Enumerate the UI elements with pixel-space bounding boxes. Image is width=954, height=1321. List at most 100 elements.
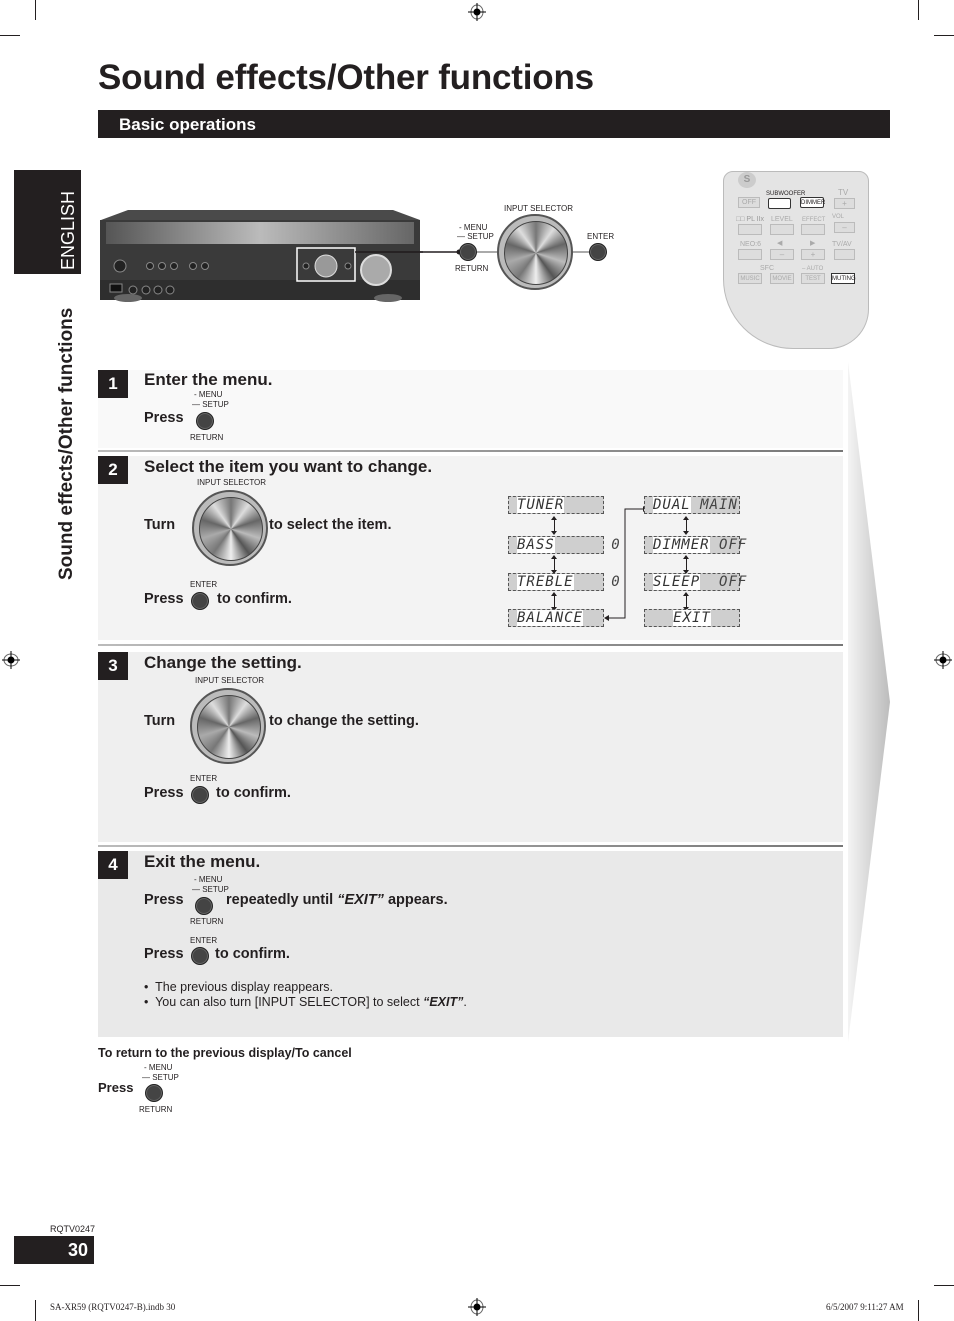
enter-button[interactable] xyxy=(191,947,209,965)
crop-mark xyxy=(35,0,36,20)
input-selector-knob[interactable] xyxy=(190,688,266,764)
remote-label: VOL xyxy=(832,214,845,220)
step-title: Exit the menu. xyxy=(144,852,261,871)
turn-action: to change the setting. xyxy=(269,713,419,729)
cancel-note-heading: To return to the previous display/To can… xyxy=(98,1046,352,1060)
return-label: RETURN xyxy=(190,917,224,926)
updown-arrow-icon xyxy=(551,555,557,574)
return-label: RETURN xyxy=(139,1105,173,1114)
enter-label: ENTER xyxy=(190,774,218,783)
input-selector-label: INPUT SELECTOR xyxy=(195,676,265,685)
loop-arrow xyxy=(604,506,647,621)
turn-label: Turn xyxy=(144,517,176,533)
display-item: TREBLE 0 xyxy=(508,573,620,591)
crop-mark xyxy=(0,1285,20,1286)
file-slug: SA-XR59 (RQTV0247-B).indb 30 xyxy=(50,1302,176,1312)
bullet-item: • You can also turn [INPUT SELECTOR] to … xyxy=(144,995,467,1009)
remote-subwoofer-button[interactable] xyxy=(768,198,791,209)
step-4: 4 Exit the menu. - MENU — SETUP Press RE… xyxy=(98,851,843,1037)
language-label: ENGLISH xyxy=(58,190,78,270)
exit-emphasis: “EXIT” xyxy=(337,892,384,908)
setup-label: — SETUP xyxy=(457,232,494,241)
crop-mark xyxy=(0,35,20,36)
divider xyxy=(98,845,843,847)
updown-arrow-icon xyxy=(683,592,689,611)
input-selector-knob[interactable] xyxy=(192,490,268,566)
display-item: DUAL MAIN xyxy=(644,496,740,514)
step-2: 2 Select the item you want to change. IN… xyxy=(98,456,843,640)
display-item: EXIT xyxy=(644,609,740,627)
remote-dimmer-button[interactable]: DIMMER xyxy=(800,197,825,208)
crop-mark xyxy=(918,0,919,20)
updown-arrow-icon xyxy=(551,592,557,611)
remote-label: TV xyxy=(838,188,849,197)
remote-neo6-button[interactable] xyxy=(738,249,762,260)
remote-muting-button[interactable]: MUTING xyxy=(831,273,856,284)
menu-label: - MENU xyxy=(194,875,223,884)
crop-mark xyxy=(934,1285,954,1286)
repeat-pre: repeatedly until xyxy=(226,892,334,908)
updown-arrow-icon xyxy=(551,516,557,535)
remote-movie-button[interactable]: MOVIE xyxy=(770,273,794,284)
remote-minus-button[interactable]: – xyxy=(770,249,794,260)
crop-mark xyxy=(934,35,954,36)
turn-label: Turn xyxy=(144,713,176,729)
step-number: 3 xyxy=(98,652,128,680)
crop-mark xyxy=(918,1300,919,1321)
press-action: to confirm. xyxy=(217,591,292,607)
document-code: RQTV0247 xyxy=(50,1224,96,1234)
side-chapter-title: Sound effects/Other functions xyxy=(56,307,77,580)
remote-label: ▶ xyxy=(810,240,816,247)
remote-test-button[interactable]: TEST xyxy=(801,273,825,284)
remote-off-button[interactable]: OFF xyxy=(738,197,760,208)
enter-label: ENTER xyxy=(587,232,615,241)
press-action: to confirm. xyxy=(215,946,290,962)
setup-label: — SETUP xyxy=(192,400,229,409)
press-label: Press xyxy=(98,1080,134,1095)
updown-arrow-icon xyxy=(683,516,689,535)
menu-setup-return-button[interactable] xyxy=(459,243,477,261)
remote-effect-button[interactable] xyxy=(801,224,825,235)
updown-arrow-icon xyxy=(683,555,689,574)
remote-pl2x-button[interactable] xyxy=(738,224,762,235)
language-tab: ENGLISH xyxy=(14,170,81,274)
enter-label: ENTER xyxy=(190,936,218,945)
press-label: Press xyxy=(144,591,184,607)
input-selector-knob[interactable] xyxy=(497,214,573,290)
menu-setup-return-button[interactable] xyxy=(145,1084,163,1102)
enter-button[interactable] xyxy=(589,243,607,261)
display-item: TUNER xyxy=(508,496,604,514)
remote-tv-vol-down-button[interactable]: – xyxy=(834,222,855,233)
divider xyxy=(98,644,843,646)
step-number: 2 xyxy=(98,456,128,484)
remote-plus-button[interactable]: + xyxy=(801,249,825,260)
step-number: 4 xyxy=(98,851,128,879)
remote-music-button[interactable]: MUSIC xyxy=(738,273,762,284)
section-heading-bar: Basic operations xyxy=(98,110,890,138)
step-title: Select the item you want to change. xyxy=(144,457,433,476)
crop-mark xyxy=(35,1300,36,1321)
remote-tvav-button[interactable] xyxy=(834,249,855,260)
menu-setup-return-button[interactable] xyxy=(195,897,213,915)
step-3: 3 Change the setting. INPUT SELECTOR Tur… xyxy=(98,652,843,842)
menu-label: - MENU xyxy=(144,1063,173,1072)
enter-button[interactable] xyxy=(191,592,209,610)
remote-label: ◀ xyxy=(777,240,783,247)
remote-level-button[interactable] xyxy=(770,224,794,235)
turn-action: to select the item. xyxy=(269,517,392,533)
menu-setup-return-button[interactable] xyxy=(196,412,214,430)
step-title: Enter the menu. xyxy=(144,370,273,389)
section-heading: Basic operations xyxy=(119,115,256,134)
remote-control: S SUBWOOFER DIMMER TV OFF □□ PL IIx LEVE… xyxy=(723,171,869,349)
enter-button[interactable] xyxy=(191,786,209,804)
divider xyxy=(98,450,843,452)
step-1: 1 Enter the menu. - MENU — SETUP Press R… xyxy=(98,370,843,448)
page-title: Sound effects/Other functions xyxy=(98,58,594,97)
press-action: to confirm. xyxy=(216,785,291,801)
repeat-post: appears. xyxy=(387,892,448,908)
press-label: Press xyxy=(144,785,184,801)
remote-tv-vol-up-button[interactable]: + xyxy=(834,198,855,209)
press-label: Press xyxy=(144,410,184,426)
registration-mark-icon xyxy=(2,651,20,669)
setup-label: — SETUP xyxy=(142,1073,179,1082)
